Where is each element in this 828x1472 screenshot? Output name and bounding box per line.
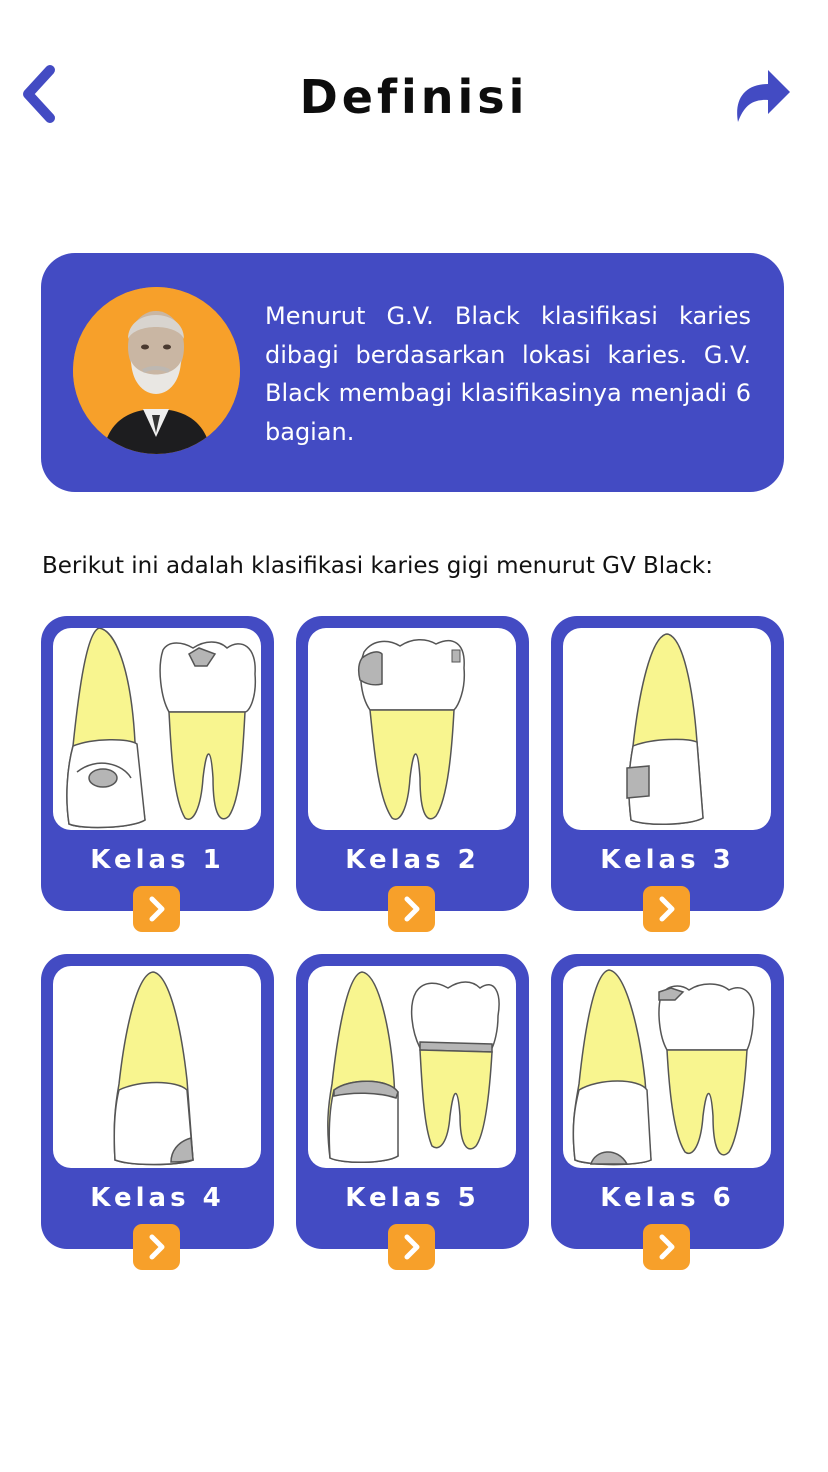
- kelas-card-4[interactable]: Kelas 4: [41, 954, 274, 1270]
- kelas-1-go-button[interactable]: [133, 886, 180, 932]
- kelas-label: Kelas 2: [345, 845, 480, 875]
- classification-intro-text: Berikut ini adalah klasifikasi karies gi…: [42, 553, 713, 579]
- portrait-icon: [73, 287, 240, 454]
- tooth-class-4-illustration: [113, 971, 194, 1166]
- tooth-class-6-image: [563, 966, 771, 1168]
- kelas-card-3[interactable]: Kelas 3: [551, 616, 784, 932]
- kelas-2-go-button[interactable]: [388, 886, 435, 932]
- kelas-card-1[interactable]: Kelas 1: [41, 616, 274, 932]
- tooth-class-2-illustration: [357, 639, 466, 820]
- tooth-class-3-illustration: [626, 633, 704, 826]
- kelas-label: Kelas 5: [345, 1183, 480, 1213]
- kelas-6-go-button[interactable]: [643, 1224, 690, 1270]
- tooth-class-5-illustration: [327, 971, 500, 1164]
- intro-description: Menurut G.V. Black klasifikasi karies di…: [265, 302, 751, 446]
- share-button[interactable]: [728, 62, 794, 126]
- chevron-right-icon: [659, 896, 675, 922]
- header: Definisi: [0, 0, 828, 190]
- page-title: Definisi: [299, 70, 529, 124]
- kelas-card-5[interactable]: Kelas 5: [296, 954, 529, 1270]
- portrait-image: [73, 287, 240, 454]
- chevron-right-icon: [149, 896, 165, 922]
- tooth-class-1-image: [53, 628, 261, 830]
- kelas-5-go-button[interactable]: [388, 1224, 435, 1270]
- tooth-class-2-image: [308, 628, 516, 830]
- kelas-label: Kelas 6: [600, 1183, 735, 1213]
- kelas-label: Kelas 4: [90, 1183, 225, 1213]
- share-arrow-icon: [737, 70, 790, 122]
- kelas-card-2[interactable]: Kelas 2: [296, 616, 529, 932]
- tooth-class-4-image: [53, 966, 261, 1168]
- chevron-right-icon: [659, 1234, 675, 1260]
- chevron-right-icon: [149, 1234, 165, 1260]
- kelas-4-go-button[interactable]: [133, 1224, 180, 1270]
- chevron-right-icon: [404, 1234, 420, 1260]
- kelas-card-6[interactable]: Kelas 6: [551, 954, 784, 1270]
- tooth-class-6-illustration: [572, 969, 755, 1166]
- chevron-right-icon: [404, 896, 420, 922]
- kelas-label: Kelas 3: [600, 845, 735, 875]
- tooth-class-1-illustration: [66, 628, 257, 829]
- kelas-3-go-button[interactable]: [643, 886, 690, 932]
- tooth-class-5-image: [308, 966, 516, 1168]
- kelas-label: Kelas 1: [90, 845, 225, 875]
- intro-card: Menurut G.V. Black klasifikasi karies di…: [41, 253, 784, 492]
- tooth-class-3-image: [563, 628, 771, 830]
